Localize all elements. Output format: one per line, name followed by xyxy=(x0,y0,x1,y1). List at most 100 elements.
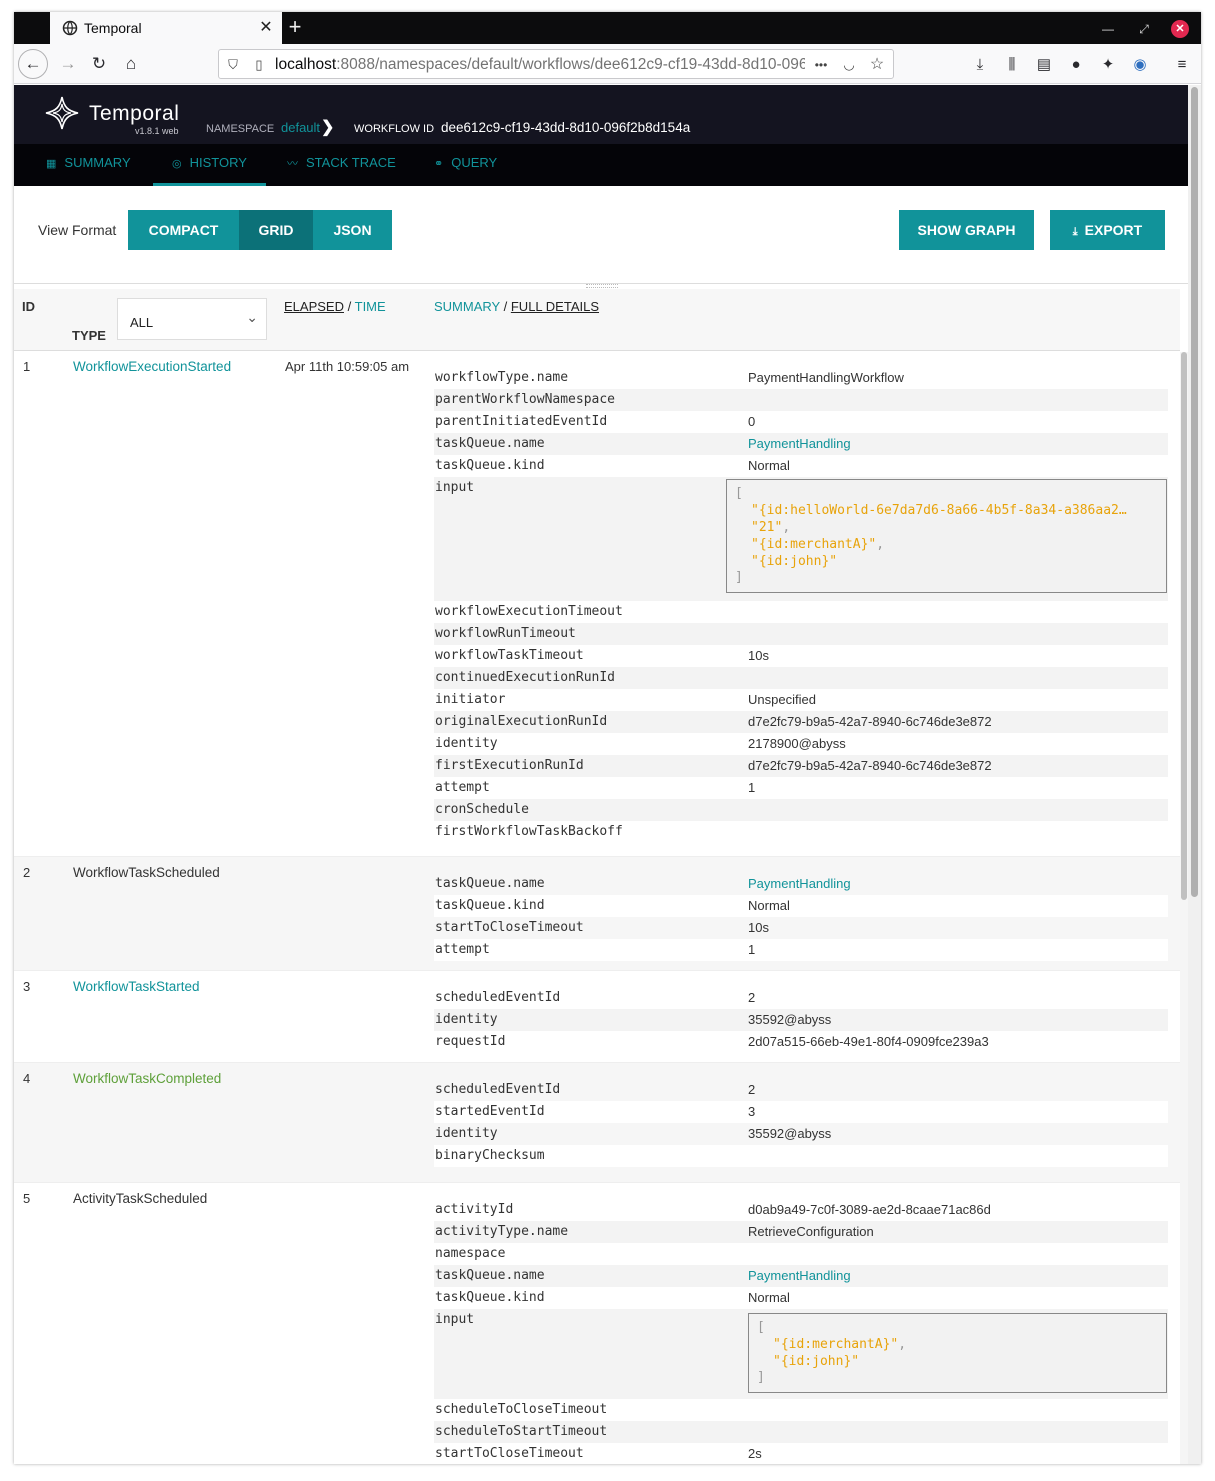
event-row[interactable]: 1 WorkflowExecutionStarted Apr 11th 10:59:… xyxy=(14,351,1180,857)
url-text[interactable]: localhost:8088/namespaces/default/workfl… xyxy=(275,56,805,74)
reload-icon[interactable]: ↻ xyxy=(85,50,113,78)
task-queue-link[interactable]: PaymentHandling xyxy=(748,873,851,895)
event-time: Apr 11th 10:59:05 am xyxy=(285,359,410,374)
summary-toggle[interactable]: SUMMARY xyxy=(434,299,500,314)
event-row[interactable]: 3 WorkflowTaskStarted scheduledEventId 2 ide… xyxy=(14,971,1180,1063)
detail-key: input xyxy=(435,1312,475,1327)
tab-history[interactable]: ◎ HISTORY xyxy=(153,144,266,186)
url-bar[interactable]: ⛉ ▯ localhost:8088/namespaces/default/wo… xyxy=(218,49,894,79)
compact-button[interactable]: COMPACT xyxy=(128,210,239,250)
window-close-icon[interactable]: ✕ xyxy=(1171,20,1189,38)
pocket-icon[interactable]: ◡ xyxy=(839,55,859,75)
event-type[interactable]: WorkflowTaskCompleted xyxy=(73,1071,221,1086)
logo-text[interactable]: Temporal xyxy=(89,102,179,126)
tab-history-label: HISTORY xyxy=(189,155,247,170)
detail-key: taskQueue.kind xyxy=(435,898,545,913)
page-icon: ▯ xyxy=(255,57,263,72)
history-scroll-thumb[interactable] xyxy=(1181,352,1187,900)
detail-row: startedEventId 3 xyxy=(434,1101,1168,1123)
page-scrollbar[interactable] xyxy=(1188,85,1201,1464)
json-string: "{id:john}" xyxy=(757,1353,1158,1370)
detail-key: attempt xyxy=(435,942,490,957)
detail-key: originalExecutionRunId xyxy=(435,714,608,729)
bookmark-star-icon[interactable]: ☆ xyxy=(867,55,887,75)
resize-grip-icon[interactable] xyxy=(586,284,618,288)
tab-close-icon[interactable]: ✕ xyxy=(256,18,276,38)
event-type[interactable]: WorkflowExecutionStarted xyxy=(73,359,231,374)
new-tab-button[interactable]: + xyxy=(284,12,306,44)
task-queue-link[interactable]: PaymentHandling xyxy=(748,1265,851,1287)
detail-key: parentInitiatedEventId xyxy=(435,414,608,429)
library-icon[interactable]: ⫼ xyxy=(1001,54,1023,76)
event-row[interactable]: 2 WorkflowTaskScheduled taskQueue.name Paym… xyxy=(14,857,1180,971)
menu-icon[interactable]: ≡ xyxy=(1171,54,1193,76)
home-icon[interactable]: ⌂ xyxy=(117,50,145,78)
export-button[interactable]: ⤓ EXPORT xyxy=(1050,210,1165,250)
detail-key: identity xyxy=(435,1012,498,1027)
event-type: WorkflowTaskScheduled xyxy=(73,865,220,880)
sidebar-icon[interactable]: ▤ xyxy=(1033,54,1055,76)
grid-button[interactable]: GRID xyxy=(239,210,313,250)
namespace-link[interactable]: default xyxy=(281,120,320,135)
page-scroll-thumb[interactable] xyxy=(1191,87,1198,897)
event-row[interactable]: 5 ActivityTaskScheduled activityId d0ab9a49… xyxy=(14,1183,1180,1464)
stack-trace-icon: 〰 xyxy=(287,158,298,170)
json-bracket: [ xyxy=(735,486,743,501)
event-type-filter[interactable]: ALL ⌄ xyxy=(117,298,267,340)
event-type: ActivityTaskScheduled xyxy=(73,1191,208,1206)
event-row[interactable]: 4 WorkflowTaskCompleted scheduledEventId 2 s… xyxy=(14,1063,1180,1183)
detail-value: d7e2fc79-b9a5-42a7-8940-6c746de3e872 xyxy=(748,758,992,773)
input-json-viewer[interactable]: ["{id:helloWorld-6e7da7d6-8a66-4b5f-8a34… xyxy=(726,479,1167,593)
download-icon[interactable]: ⤓ xyxy=(969,54,991,76)
privacy-extension-icon[interactable]: ◉ xyxy=(1129,54,1151,76)
event-id: 4 xyxy=(23,1071,31,1086)
task-queue-link[interactable]: PaymentHandling xyxy=(748,433,851,455)
detail-value: Unspecified xyxy=(748,692,816,707)
extension-icon[interactable]: ✦ xyxy=(1097,54,1119,76)
detail-key: scheduledEventId xyxy=(435,1082,561,1097)
workflow-tabs: ▦ SUMMARY ◎ HISTORY 〰 STACK TRACE ⚭ QUERY xyxy=(14,144,1188,186)
json-comma: , xyxy=(876,537,885,552)
detail-key: workflowExecutionTimeout xyxy=(435,604,623,619)
event-id: 1 xyxy=(23,359,31,374)
tab-summary[interactable]: ▦ SUMMARY xyxy=(46,144,131,186)
detail-row: attempt 1 xyxy=(434,777,1168,799)
event-type[interactable]: WorkflowTaskStarted xyxy=(73,979,200,994)
detail-value: 2 xyxy=(748,1082,756,1097)
show-graph-button[interactable]: SHOW GRAPH xyxy=(899,210,1034,250)
page-actions-icon[interactable]: ••• xyxy=(811,55,831,75)
history-scrollbar[interactable] xyxy=(1180,352,1188,1464)
tab-query[interactable]: ⚭ QUERY xyxy=(434,144,497,186)
json-comma: , xyxy=(898,1337,907,1352)
tab-stack-trace[interactable]: 〰 STACK TRACE xyxy=(287,144,396,186)
elapsed-toggle[interactable]: ELAPSED xyxy=(284,299,344,314)
detail-row: identity 35592@abyss xyxy=(434,1009,1168,1031)
time-toggle[interactable]: TIME xyxy=(355,299,386,314)
table-header: ID TYPE ALL ⌄ ELAPSED / TIME SUMMARY / F… xyxy=(14,289,1180,351)
json-string-value: "{id:john}" xyxy=(751,554,838,569)
detail-row: workflowRunTimeout xyxy=(434,623,1168,645)
temporal-logo-icon[interactable] xyxy=(44,95,80,131)
detail-key: scheduleToStartTimeout xyxy=(435,1424,608,1439)
detail-key: firstExecutionRunId xyxy=(435,758,584,773)
minimize-icon[interactable]: — xyxy=(1099,20,1117,38)
full-details-toggle[interactable]: FULL DETAILS xyxy=(511,299,599,314)
workflow-id-label: WORKFLOW ID xyxy=(354,123,435,135)
detail-row: attempt 1 xyxy=(434,939,1168,961)
detail-row: taskQueue.kind Normal xyxy=(434,455,1168,477)
account-icon[interactable]: ● xyxy=(1065,54,1087,76)
forward-arrow-icon[interactable]: → xyxy=(54,50,82,78)
detail-key: identity xyxy=(435,1126,498,1141)
browser-tab[interactable]: Temporal ✕ xyxy=(50,12,282,44)
detail-key: binaryChecksum xyxy=(435,1148,545,1163)
input-json-viewer[interactable]: ["{id:merchantA}", "{id:john}"] xyxy=(748,1313,1167,1393)
event-details: scheduledEventId 2 startedEventId 3 identity… xyxy=(434,1079,1168,1167)
event-details: activityId d0ab9a49-7c0f-3089-ae2d-8caae7… xyxy=(434,1199,1168,1464)
browser-window: Temporal ✕ + — ⤢ ✕ ← → ↻ ⌂ ⛉ ▯ localhost… xyxy=(14,12,1201,1464)
restore-icon[interactable]: ⤢ xyxy=(1135,20,1153,38)
shield-icon[interactable]: ⛉ xyxy=(223,55,243,75)
back-arrow-icon[interactable]: ← xyxy=(18,49,48,79)
json-button[interactable]: JSON xyxy=(313,210,392,250)
detail-key: initiator xyxy=(435,692,506,707)
detail-key: parentWorkflowNamespace xyxy=(435,392,616,407)
